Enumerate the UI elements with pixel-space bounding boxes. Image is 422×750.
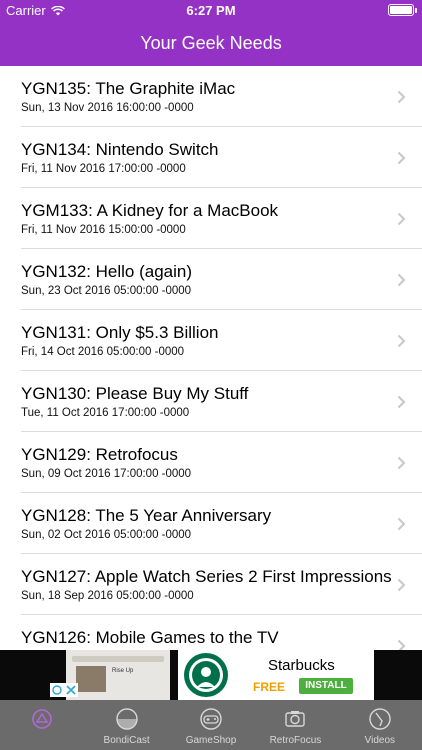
- ad-install-button[interactable]: INSTALL: [299, 678, 353, 694]
- tab-label: GameShop: [185, 735, 237, 746]
- episode-list: YGN135: The Graphite iMac Sun, 13 Nov 201…: [0, 66, 422, 650]
- chevron-right-icon: [397, 639, 406, 650]
- episode-row[interactable]: YGN134: Nintendo Switch Fri, 11 Nov 2016 …: [21, 127, 422, 188]
- episode-row[interactable]: YGN131: Only $5.3 Billion Fri, 14 Oct 201…: [21, 310, 422, 371]
- video-icon: [369, 708, 391, 730]
- episode-date: Sun, 18 Sep 2016 05:00:00 -0000: [21, 590, 194, 602]
- episode-row[interactable]: YGN132: Hello (again) Sun, 23 Oct 2016 05…: [21, 249, 422, 310]
- battery-icon: [388, 4, 417, 16]
- status-time: 6:27 PM: [186, 3, 236, 18]
- gamepad-icon: [200, 708, 222, 730]
- header: Carrier 6:27 PM Your Geek Needs: [0, 0, 422, 66]
- page-title: Your Geek Needs: [140, 33, 282, 53]
- ad-album-art: [76, 666, 106, 692]
- tab-bar: BondiCast GameShop RetroFocus Videos: [0, 700, 422, 750]
- tab-bondicast[interactable]: BondiCast: [84, 700, 168, 750]
- status-bar: Carrier 6:27 PM: [0, 0, 422, 22]
- tab-label: BondiCast: [103, 735, 150, 746]
- episode-row[interactable]: YGN126: Mobile Games to the TV: [21, 615, 422, 650]
- chevron-right-icon: [397, 395, 406, 409]
- episode-title: YGN129: Retrofocus: [21, 445, 178, 464]
- episode-date: Tue, 11 Oct 2016 17:00:00 -0000: [21, 407, 190, 419]
- episode-title: YGN130: Please Buy My Stuff: [21, 384, 249, 403]
- episode-row[interactable]: YGN135: The Graphite iMac Sun, 13 Nov 201…: [21, 66, 422, 127]
- tab-label: RetroFocus: [269, 735, 322, 746]
- ad-brand: Starbucks: [268, 657, 335, 674]
- episode-title: YGN128: The 5 Year Anniversary: [21, 506, 272, 525]
- starbucks-logo-icon: [184, 653, 228, 697]
- chevron-right-icon: [397, 273, 406, 287]
- chevron-right-icon: [397, 517, 406, 531]
- episode-date: Sun, 13 Nov 2016 16:00:00 -0000: [21, 102, 194, 114]
- episode-row[interactable]: YGN129: Retrofocus Sun, 09 Oct 2016 17:00…: [21, 432, 422, 493]
- ad-starbucks[interactable]: Starbucks FREE INSTALL: [178, 650, 374, 700]
- episode-date: Sun, 23 Oct 2016 05:00:00 -0000: [21, 285, 192, 297]
- tab-gameshop[interactable]: GameShop: [169, 700, 253, 750]
- episode-title: YGN127: Apple Watch Series 2 First Impre…: [21, 567, 392, 586]
- episode-date: Sun, 09 Oct 2016 17:00:00 -0000: [21, 468, 192, 480]
- episode-title: YGN126: Mobile Games to the TV: [21, 628, 279, 647]
- episode-date: Fri, 14 Oct 2016 05:00:00 -0000: [21, 346, 185, 358]
- tab-retrofocus[interactable]: RetroFocus: [253, 700, 337, 750]
- ad-free-label: FREE: [253, 680, 286, 694]
- episode-title: YGN132: Hello (again): [21, 262, 193, 281]
- tab-label: Videos: [364, 735, 396, 746]
- episode-title: YGN134: Nintendo Switch: [21, 140, 219, 159]
- episode-title: YGM133: A Kidney for a MacBook: [21, 201, 279, 220]
- episode-row[interactable]: YGN130: Please Buy My Stuff Tue, 11 Oct 2…: [21, 371, 422, 432]
- chevron-right-icon: [397, 151, 406, 165]
- chevron-right-icon: [397, 578, 406, 592]
- chevron-right-icon: [397, 90, 406, 104]
- tab-home[interactable]: [0, 700, 84, 750]
- chevron-right-icon: [397, 334, 406, 348]
- camera-icon: [285, 711, 306, 727]
- episode-date: Sun, 02 Oct 2016 05:00:00 -0000: [21, 529, 192, 541]
- episode-row[interactable]: YGN128: The 5 Year Anniversary Sun, 02 Oc…: [21, 493, 422, 554]
- episode-row[interactable]: YGM133: A Kidney for a MacBook Fri, 11 No…: [21, 188, 422, 249]
- episode-date: Fri, 11 Nov 2016 15:00:00 -0000: [21, 224, 186, 236]
- chevron-right-icon: [397, 456, 406, 470]
- adchoices-icon[interactable]: [50, 683, 78, 697]
- ad-preview-image[interactable]: Rise Up: [66, 650, 170, 700]
- chevron-right-icon: [397, 212, 406, 226]
- ad-small-text: Rise Up: [112, 668, 134, 674]
- episode-title: YGN135: The Graphite iMac: [21, 79, 236, 98]
- episode-row[interactable]: YGN127: Apple Watch Series 2 First Impre…: [21, 554, 422, 615]
- episode-title: YGN131: Only $5.3 Billion: [21, 323, 219, 342]
- bondicast-icon: [115, 708, 138, 730]
- tab-videos[interactable]: Videos: [338, 700, 422, 750]
- ygn-icon: [32, 709, 53, 729]
- episode-date: Fri, 11 Nov 2016 17:00:00 -0000: [21, 163, 186, 175]
